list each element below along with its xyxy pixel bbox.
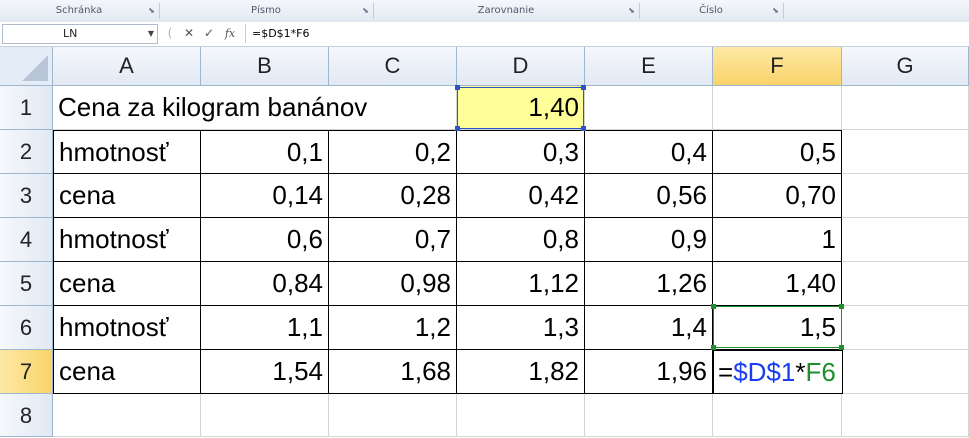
cell-g3[interactable] [842, 174, 969, 218]
ribbon-group-labels: Schránka ⬊ Písmo ⬊ Zarovnanie ⬊ Číslo ⬊ [0, 0, 969, 23]
column-header-g[interactable]: G [842, 47, 969, 86]
cell-e3[interactable]: 0,56 [585, 174, 713, 218]
cell-f3[interactable]: 0,70 [713, 174, 842, 218]
enter-icon[interactable]: ✓ [201, 25, 217, 42]
cell-c8[interactable] [329, 394, 457, 437]
row-header-6[interactable]: 6 [0, 306, 53, 350]
cancel-icon[interactable]: ✕ [181, 25, 197, 42]
cell-d6[interactable]: 1,3 [457, 306, 585, 350]
cell-a5[interactable]: cena [53, 262, 201, 306]
cell-g8[interactable] [842, 394, 969, 437]
formula-reference-f6: F6 [805, 357, 836, 387]
cell-b8[interactable] [201, 394, 329, 437]
cell-g1[interactable] [842, 86, 969, 130]
ribbon-group-clipboard: Schránka ⬊ [0, 0, 158, 22]
cell-c4[interactable]: 0,7 [329, 218, 457, 262]
cell-g6[interactable] [842, 306, 969, 350]
ribbon-group-alignment-label: Zarovnanie [477, 5, 535, 16]
column-header-e[interactable]: E [585, 47, 713, 86]
cell-e4[interactable]: 0,9 [585, 218, 713, 262]
cell-b6[interactable]: 1,1 [201, 306, 329, 350]
name-box-value: LN [63, 27, 78, 40]
cell-g2[interactable] [842, 130, 969, 174]
cell-c5[interactable]: 0,98 [329, 262, 457, 306]
cell-c3[interactable]: 0,28 [329, 174, 457, 218]
cell-e7[interactable]: 1,96 [585, 350, 713, 394]
cell-c6[interactable]: 1,2 [329, 306, 457, 350]
dialog-launcher-icon[interactable]: ⬊ [361, 6, 370, 15]
cell-b3[interactable]: 0,14 [201, 174, 329, 218]
cell-d1[interactable]: 1,40 [457, 86, 585, 130]
name-box[interactable]: LN ▼ [2, 24, 158, 44]
formula-reference-d1: $D$1 [733, 357, 796, 387]
row-header-5[interactable]: 5 [0, 262, 53, 306]
cell-e8[interactable] [585, 394, 713, 437]
column-header-d[interactable]: D [457, 47, 585, 86]
cell-a4[interactable]: hmotnosť [53, 218, 201, 262]
formula-operator: * [795, 357, 806, 387]
cell-d3[interactable]: 0,42 [457, 174, 585, 218]
select-all-triangle-icon [22, 55, 48, 81]
cell-c2[interactable]: 0,2 [329, 130, 457, 174]
ribbon-group-alignment: Zarovnanie ⬊ [374, 0, 638, 22]
column-header-f[interactable]: F [713, 47, 842, 86]
ribbon-group-font-label: Písmo [251, 5, 281, 16]
formula-input[interactable]: =$D$1*F6 [245, 24, 965, 43]
cell-e2[interactable]: 0,4 [585, 130, 713, 174]
ribbon-group-clipboard-label: Schránka [55, 5, 103, 16]
cell-d5[interactable]: 1,12 [457, 262, 585, 306]
cell-a7[interactable]: cena [53, 350, 201, 394]
formula-bar: LN ▼ ( ✕ ✓ fx =$D$1*F6 [0, 22, 969, 47]
dialog-launcher-icon[interactable]: ⬊ [627, 6, 636, 15]
cell-a6[interactable]: hmotnosť [53, 306, 201, 350]
cell-f6[interactable]: 1,5 [713, 306, 842, 350]
cell-b4[interactable]: 0,6 [201, 218, 329, 262]
cell-f4[interactable]: 1 [713, 218, 842, 262]
row-header-2[interactable]: 2 [0, 130, 53, 174]
cell-g7[interactable] [842, 350, 969, 394]
cell-f8[interactable] [713, 394, 842, 437]
column-header-a[interactable]: A [53, 47, 201, 86]
cell-g4[interactable] [842, 218, 969, 262]
cell-a8[interactable] [53, 394, 201, 437]
cell-f7-editor[interactable]: =$D$1*F6 [713, 350, 843, 394]
dialog-launcher-icon[interactable]: ⬊ [771, 6, 780, 15]
cell-f1[interactable] [713, 86, 842, 130]
cell-e1[interactable] [585, 86, 713, 130]
cell-d2[interactable]: 0,3 [457, 130, 585, 174]
row-header-4[interactable]: 4 [0, 218, 53, 262]
cell-a3[interactable]: cena [53, 174, 201, 218]
cell-a2[interactable]: hmotnosť [53, 130, 201, 174]
formula-equals: = [718, 357, 734, 387]
cell-b5[interactable]: 0,84 [201, 262, 329, 306]
row-header-7[interactable]: 7 [0, 350, 53, 394]
row-header-8[interactable]: 8 [0, 394, 53, 437]
cell-d7[interactable]: 1,82 [457, 350, 585, 394]
cell-d8[interactable] [457, 394, 585, 437]
cell-c7[interactable]: 1,68 [329, 350, 457, 394]
cell-e6[interactable]: 1,4 [585, 306, 713, 350]
row-header-3[interactable]: 3 [0, 174, 53, 218]
insert-function-button[interactable]: fx [222, 25, 238, 42]
ribbon-group-font: Písmo ⬊ [160, 0, 372, 22]
cell-b2[interactable]: 0,1 [201, 130, 329, 174]
row-header-1[interactable]: 1 [0, 86, 53, 130]
cell-a1[interactable]: Cena za kilogram banánov [53, 86, 457, 130]
cell-d4[interactable]: 0,8 [457, 218, 585, 262]
ribbon-separator [783, 3, 784, 19]
chevron-down-icon[interactable]: ▼ [148, 25, 154, 43]
cell-g5[interactable] [842, 262, 969, 306]
column-header-c[interactable]: C [329, 47, 457, 86]
cell-e5[interactable]: 1,26 [585, 262, 713, 306]
ribbon-group-number: Číslo ⬊ [640, 0, 782, 22]
formula-bar-grip-icon[interactable]: ( [162, 25, 178, 42]
cell-b7[interactable]: 1,54 [201, 350, 329, 394]
select-all-button[interactable] [0, 47, 53, 86]
ribbon-group-number-label: Číslo [699, 5, 723, 16]
cell-f2[interactable]: 0,5 [713, 130, 842, 174]
dialog-launcher-icon[interactable]: ⬊ [147, 6, 156, 15]
column-header-b[interactable]: B [201, 47, 329, 86]
cell-f5[interactable]: 1,40 [713, 262, 842, 306]
